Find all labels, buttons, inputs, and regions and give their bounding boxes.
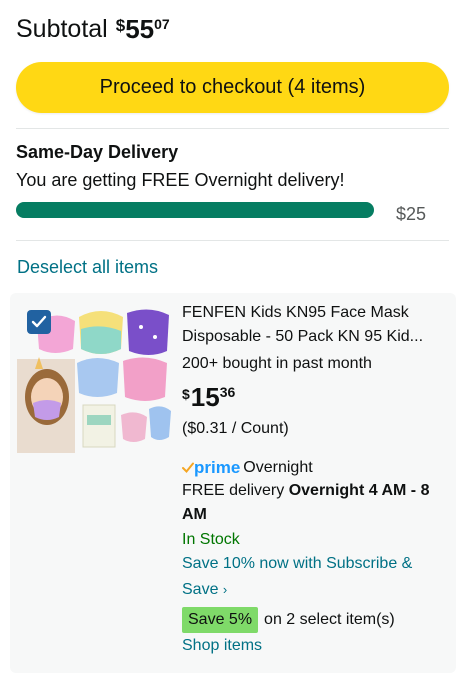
prime-logo: prime xyxy=(182,458,240,478)
delivery-message: You are getting FREE Overnight delivery! xyxy=(16,170,345,190)
mask-shape xyxy=(127,309,169,355)
item-details: FENFEN Kids KN95 Face Mask Disposable - … xyxy=(182,301,444,655)
save-coupon-row: Save 5% on 2 select item(s) xyxy=(182,607,444,633)
shop-items-link[interactable]: Shop items xyxy=(182,637,444,655)
proceed-to-checkout-button[interactable]: Proceed to checkout (4 items) xyxy=(16,62,449,113)
product-price: $ 15 36 xyxy=(182,382,444,414)
price-currency: $ xyxy=(182,386,190,402)
unit-price: ($0.31 / Count) xyxy=(182,420,289,437)
product-title-line2: Disposable - 50 Pack KN 95 Kid... xyxy=(182,328,424,345)
box-label xyxy=(87,415,111,425)
item-checkbox[interactable] xyxy=(27,310,51,334)
prime-row: prime Overnight xyxy=(182,458,444,478)
deselect-all-link[interactable]: Deselect all items xyxy=(17,257,158,278)
prime-label: prime xyxy=(194,458,241,477)
bought-count: 200+ bought in past month xyxy=(182,355,372,372)
face-mask xyxy=(33,400,61,420)
mask-shape xyxy=(123,357,167,401)
mask-shape xyxy=(81,326,121,354)
divider xyxy=(16,128,449,129)
delivery-threshold: $25 xyxy=(396,204,427,224)
free-delivery: FREE delivery Overnight 4 AM - 8 AM xyxy=(182,479,444,527)
stock-status: In Stock xyxy=(182,531,240,548)
price-whole: 15 xyxy=(190,382,220,412)
delivery-progress-bar xyxy=(16,202,374,218)
star-dot xyxy=(153,335,157,339)
subtotal: Subtotal $ 55 07 xyxy=(16,12,170,46)
subtotal-label: Subtotal xyxy=(16,15,108,43)
delivery-progress-fill xyxy=(16,202,374,218)
subtotal-fraction: 07 xyxy=(154,16,170,32)
divider xyxy=(16,240,449,241)
prime-check-icon xyxy=(182,462,194,473)
delivery-title: Same-Day Delivery xyxy=(16,142,179,162)
product-box xyxy=(82,404,116,448)
price-fraction: 36 xyxy=(219,384,236,400)
prime-speed: Overnight xyxy=(243,459,313,476)
free-delivery-prefix: FREE delivery xyxy=(182,482,289,499)
product-title-line1: FENFEN Kids KN95 Face Mask xyxy=(182,304,409,321)
save-badge: Save 5% xyxy=(182,607,259,633)
subscribe-save-text: Save 10% now with Subscribe & Save xyxy=(182,555,413,598)
mask-shape xyxy=(121,412,147,442)
checkmark-icon xyxy=(31,315,47,328)
product-title[interactable]: FENFEN Kids KN95 Face Mask Disposable - … xyxy=(182,301,444,349)
mask-shape xyxy=(77,358,119,397)
chevron-right-icon: › xyxy=(222,582,228,597)
save-text: on 2 select item(s) xyxy=(264,611,395,628)
star-dot xyxy=(139,325,143,329)
subtotal-whole: 55 xyxy=(125,14,155,44)
subscribe-save-link[interactable]: Save 10% now with Subscribe & Save › xyxy=(182,551,444,603)
mask-shape xyxy=(149,406,171,440)
subtotal-currency: $ xyxy=(115,16,126,35)
